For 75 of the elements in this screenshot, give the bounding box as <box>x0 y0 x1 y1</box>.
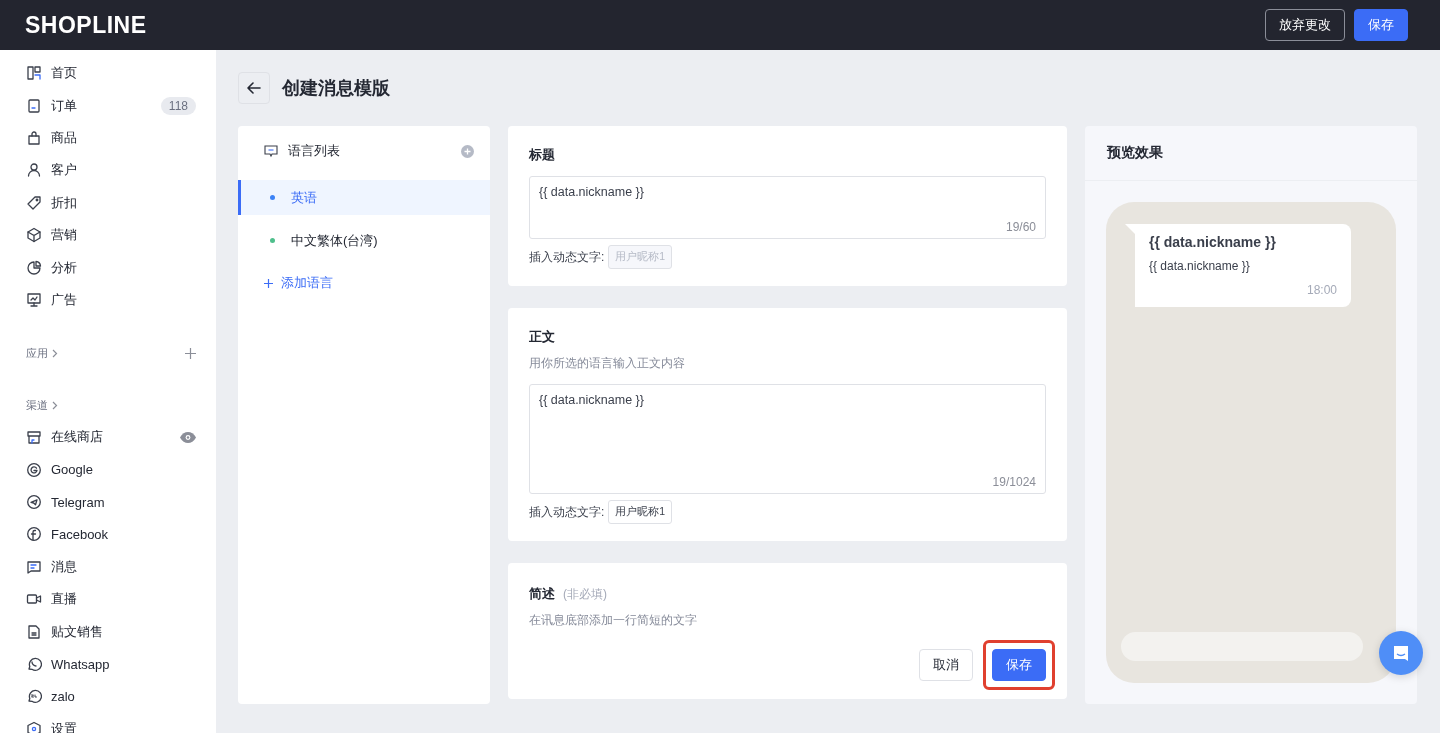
nav-item[interactable]: Facebook <box>26 518 196 551</box>
pie-chart-icon <box>26 259 42 276</box>
nav-item[interactable]: 消息 <box>26 550 196 584</box>
chevron-right-icon <box>52 348 58 358</box>
back-button[interactable] <box>238 72 270 104</box>
layout-icon <box>26 65 42 82</box>
message-text: {{ data.nickname }} <box>1149 259 1251 273</box>
nav-item[interactable]: zalo <box>26 680 196 713</box>
monitor-icon <box>26 291 42 308</box>
add-icon[interactable] <box>185 347 196 359</box>
field-hint: 用你所选的语言输入正文内容 <box>529 355 686 372</box>
language-icon <box>264 144 278 158</box>
field-hint: 在讯息底部添加一行简短的文字 <box>529 612 698 629</box>
circle-g-icon <box>26 461 42 478</box>
nav-item[interactable]: 订单 118 <box>26 89 196 122</box>
optional-note: (非必填) <box>563 586 607 603</box>
cancel-button[interactable]: 取消 <box>919 649 973 681</box>
chat-icon <box>1391 643 1411 663</box>
field-label: 标题 <box>529 146 556 164</box>
paper-plane-icon <box>26 494 42 511</box>
document-icon <box>26 623 42 640</box>
chevron-right-icon <box>52 400 58 410</box>
nav-item[interactable]: 在线商店 <box>26 421 196 454</box>
nav-item[interactable]: 分析 <box>26 251 196 284</box>
circle-f-icon <box>26 526 42 543</box>
chat-icon <box>26 558 42 575</box>
count-badge: 118 <box>160 96 196 115</box>
field-label: 简述 <box>529 585 555 603</box>
message-time: 18:00 <box>1305 283 1337 297</box>
shopping-bag-icon <box>26 129 42 146</box>
insert-label: 插入动态文字: <box>529 248 605 266</box>
discard-button[interactable]: 放弃更改 <box>1265 9 1345 41</box>
arrow-left-icon <box>247 82 261 94</box>
nav-item[interactable]: 贴文销售 <box>26 615 196 648</box>
document-icon <box>26 97 42 114</box>
language-label: 中文繁体(台湾) <box>291 231 378 250</box>
variable-tag[interactable]: 用户昵称1 <box>608 500 673 524</box>
plus-icon <box>264 278 273 288</box>
message-title: {{ data.nickname }} <box>1149 234 1277 250</box>
panel-title: 预览效果 <box>1107 144 1163 162</box>
cube-icon <box>26 227 42 244</box>
language-item[interactable]: 中文繁体(台湾) <box>238 223 490 258</box>
store-icon <box>26 429 42 446</box>
person-icon <box>26 162 42 179</box>
field-label: 正文 <box>529 328 556 346</box>
nav-item[interactable]: 首页 <box>26 57 196 90</box>
char-counter: 19/60 <box>1005 220 1036 234</box>
save-button[interactable]: 保存 <box>992 649 1046 681</box>
page-title: 创建消息模版 <box>282 77 390 100</box>
nav-item[interactable]: Google <box>26 453 196 486</box>
nav-item[interactable]: 客户 <box>26 154 196 187</box>
nav-item[interactable]: Telegram <box>26 485 196 519</box>
insert-label: 插入动态文字: <box>529 503 605 521</box>
nav-item[interactable]: 商品 <box>26 121 196 155</box>
tag-icon <box>26 194 42 211</box>
section-label[interactable]: 渠道 <box>26 397 48 413</box>
char-counter: 19/1024 <box>992 475 1036 489</box>
add-language-link[interactable]: 添加语言 <box>264 274 333 292</box>
nav-item[interactable]: Whatsapp <box>26 647 196 681</box>
settings-icon <box>26 720 42 733</box>
phone-bubble-icon <box>26 656 42 673</box>
nav-item[interactable]: 直播 <box>26 583 196 616</box>
nav-item[interactable]: 折扣 <box>26 186 196 219</box>
save-button[interactable]: 保存 <box>1354 9 1408 41</box>
nav-item[interactable]: 广告 <box>26 283 196 317</box>
eye-icon[interactable] <box>180 431 196 443</box>
language-item[interactable]: 英语 <box>238 180 490 215</box>
panel-title: 语言列表 <box>288 142 340 160</box>
language-label: 英语 <box>291 188 317 207</box>
add-icon[interactable] <box>461 144 474 158</box>
speech-bubble-icon <box>26 688 42 705</box>
nav-item[interactable]: 营销 <box>26 218 196 252</box>
bubble-tail <box>1125 224 1135 234</box>
section-label[interactable]: 应用 <box>26 345 48 361</box>
brand-logo[interactable]: SHOPLINE <box>25 11 147 39</box>
